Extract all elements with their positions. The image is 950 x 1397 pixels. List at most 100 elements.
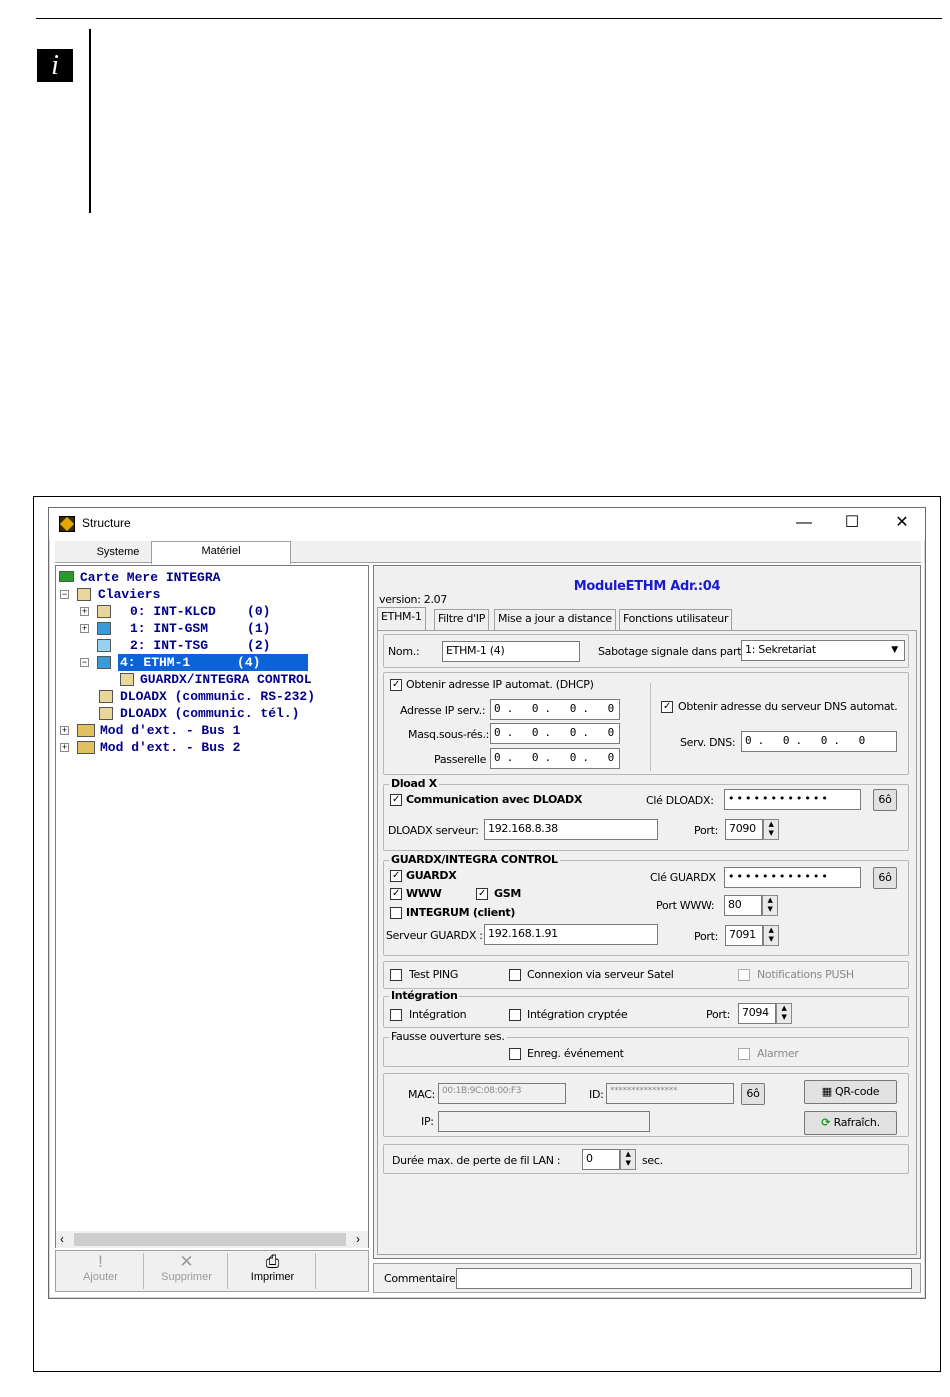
collapse-icon[interactable]: −	[80, 658, 89, 667]
tree-dload-rs232[interactable]: DLOADX (communic. RS-232)	[120, 688, 315, 705]
guardx-server-field[interactable]: 192.168.1.91	[484, 924, 658, 945]
dloadx-server-field[interactable]: 192.168.8.38	[484, 819, 658, 840]
crypt-checkbox[interactable]	[509, 1009, 521, 1021]
version-label: version: 2.07	[379, 593, 448, 606]
misc-group: Test PING Connexion via serveur Satel No…	[383, 961, 909, 989]
lan-spinner[interactable]: ▲ ▼	[620, 1149, 636, 1170]
dns-auto-label: Obtenir adresse du serveur DNS automat.	[678, 700, 898, 713]
lan-unit: sec.	[642, 1154, 663, 1167]
scroll-right-icon[interactable]: ›	[356, 1232, 360, 1246]
eye-icon: 6ô	[878, 871, 892, 884]
add-button[interactable]: ! Ajouter	[58, 1253, 144, 1289]
dloadx-key-field[interactable]: ••••••••••••	[724, 789, 861, 810]
dloadx-server-label: DLOADX serveur:	[388, 824, 479, 837]
tree-bus2[interactable]: Mod d'ext. - Bus 2	[100, 739, 240, 756]
qr-label: QR-code	[835, 1085, 880, 1098]
mac-field[interactable]: 00:1B:9C:08:00:F3	[438, 1083, 566, 1104]
integration-checkbox[interactable]	[390, 1009, 402, 1021]
dns-auto-checkbox[interactable]: ✓	[661, 701, 673, 713]
dloadx-title: Dload X	[389, 777, 439, 790]
guardx-port-field[interactable]: 7091	[725, 925, 763, 946]
expand-icon[interactable]: +	[80, 607, 89, 616]
eye-icon: 6ô	[746, 1087, 760, 1100]
refresh-label: Rafraîch.	[833, 1116, 880, 1129]
show-guardx-key-button[interactable]: 6ô	[873, 867, 897, 889]
expand-icon[interactable]: +	[80, 624, 89, 633]
integration-port-field[interactable]: 7094	[738, 1003, 776, 1024]
top-rule	[36, 18, 942, 19]
refresh-button[interactable]: ⟳ Rafraîch.	[804, 1111, 897, 1135]
gateway-field[interactable]: 0. 0. 0. 0	[490, 748, 620, 769]
tree-guardx[interactable]: GUARDX/INTEGRA CONTROL	[140, 671, 312, 688]
satel-checkbox[interactable]	[509, 969, 521, 981]
tab-ethm1[interactable]: ETHM-1	[377, 607, 426, 630]
app-icon	[59, 516, 75, 532]
ip-field[interactable]	[438, 1111, 650, 1132]
mask-field[interactable]: 0. 0. 0. 0	[490, 723, 620, 744]
port-spinner[interactable]: ▲ ▼	[763, 819, 779, 840]
www-port-spinner[interactable]: ▲ ▼	[762, 895, 778, 916]
show-id-button[interactable]: 6ô	[741, 1083, 765, 1105]
print-button[interactable]: ⎙ Imprimer	[230, 1253, 316, 1289]
expand-icon[interactable]: +	[60, 726, 69, 735]
scrollbar-thumb[interactable]	[74, 1233, 346, 1246]
push-checkbox[interactable]	[738, 969, 750, 981]
enreg-label: Enreg. événement	[527, 1047, 624, 1060]
gsm-label: GSM	[494, 887, 521, 900]
guardx-key-field[interactable]: ••••••••••••	[724, 867, 861, 888]
module-header: ModuleETHM Adr.:04 version: 2.07	[374, 566, 920, 606]
maximize-button[interactable]: ☐	[837, 512, 867, 536]
minimize-button[interactable]: —	[789, 512, 819, 536]
www-checkbox[interactable]: ✓	[390, 888, 402, 900]
dloadx-port-field[interactable]: 7090	[725, 819, 763, 840]
tree-kb2[interactable]: 2: INT-TSG (2)	[130, 637, 270, 654]
dns-field[interactable]: 0. 0. 0. 0	[741, 731, 897, 752]
window-title: Structure	[82, 516, 131, 530]
tree-kb4-selected[interactable]: 4: ETHM-1 (4)	[118, 654, 308, 671]
ip-address-field[interactable]: 0. 0. 0. 0	[490, 699, 620, 720]
guardx-title: GUARDX/INTEGRA CONTROL	[389, 853, 560, 866]
tab-user-functions[interactable]: Fonctions utilisateur	[619, 609, 733, 630]
tab-ip-filter[interactable]: Filtre d'IP	[434, 609, 490, 630]
integration-port-label: Port:	[706, 1008, 731, 1021]
comment-field[interactable]	[456, 1268, 912, 1289]
tree-dload-tel[interactable]: DLOADX (communic. tél.)	[120, 705, 299, 722]
horizontal-scrollbar[interactable]: ‹ ›	[56, 1231, 368, 1248]
alarm-checkbox[interactable]	[738, 1048, 750, 1060]
push-label: Notifications PUSH	[757, 968, 854, 981]
show-key-button[interactable]: 6ô	[873, 789, 897, 811]
tab-systeme[interactable]: Systeme	[85, 543, 151, 563]
guardx-port-spinner[interactable]: ▲ ▼	[763, 925, 779, 946]
id-field[interactable]: ****************	[606, 1083, 734, 1104]
enreg-checkbox[interactable]	[509, 1048, 521, 1060]
ping-checkbox[interactable]	[390, 969, 402, 981]
qr-code-button[interactable]: ▦ QR-code	[804, 1080, 897, 1104]
dns-label: Serv. DNS:	[680, 736, 736, 749]
scroll-left-icon[interactable]: ‹	[60, 1232, 64, 1246]
tree-kb1[interactable]: 1: INT-GSM (1)	[130, 620, 270, 637]
delete-button[interactable]: ✕ Supprimer	[146, 1253, 228, 1289]
tab-materiel[interactable]: Matériel	[151, 541, 291, 564]
tree-root[interactable]: Carte Mere INTEGRA	[80, 569, 220, 586]
close-button[interactable]: ✕	[887, 512, 917, 536]
lan-group: Durée max. de perte de fil LAN : 0 ▲ ▼ se…	[383, 1144, 909, 1174]
name-input[interactable]: ETHM-1 (4)	[442, 641, 580, 662]
dhcp-checkbox[interactable]: ✓	[390, 679, 402, 691]
guardx-checkbox[interactable]: ✓	[390, 870, 402, 882]
dloadx-comm-checkbox[interactable]: ✓	[390, 794, 402, 806]
gsm-checkbox[interactable]: ✓	[476, 888, 488, 900]
expand-icon[interactable]: +	[60, 743, 69, 752]
fausse-group: Fausse ouverture ses. Enreg. événement A…	[383, 1030, 909, 1067]
tab-remote-update[interactable]: Mise a jour a distance	[494, 609, 616, 630]
tree-kb0[interactable]: 0: INT-KLCD (0)	[130, 603, 270, 620]
tree-bus1[interactable]: Mod d'ext. - Bus 1	[100, 722, 240, 739]
tree-claviers[interactable]: Claviers	[98, 586, 160, 603]
lan-field[interactable]: 0	[582, 1149, 620, 1170]
www-port-field[interactable]: 80	[724, 895, 762, 916]
keypad-icon	[97, 605, 111, 618]
ip-group: ✓ Obtenir adresse IP automat. (DHCP) Adr…	[383, 672, 909, 775]
integrum-checkbox[interactable]	[390, 907, 402, 919]
tamper-select[interactable]: 1: Sekretariat ▼	[741, 640, 905, 661]
collapse-icon[interactable]: −	[60, 590, 69, 599]
integration-port-spinner[interactable]: ▲ ▼	[776, 1003, 792, 1024]
